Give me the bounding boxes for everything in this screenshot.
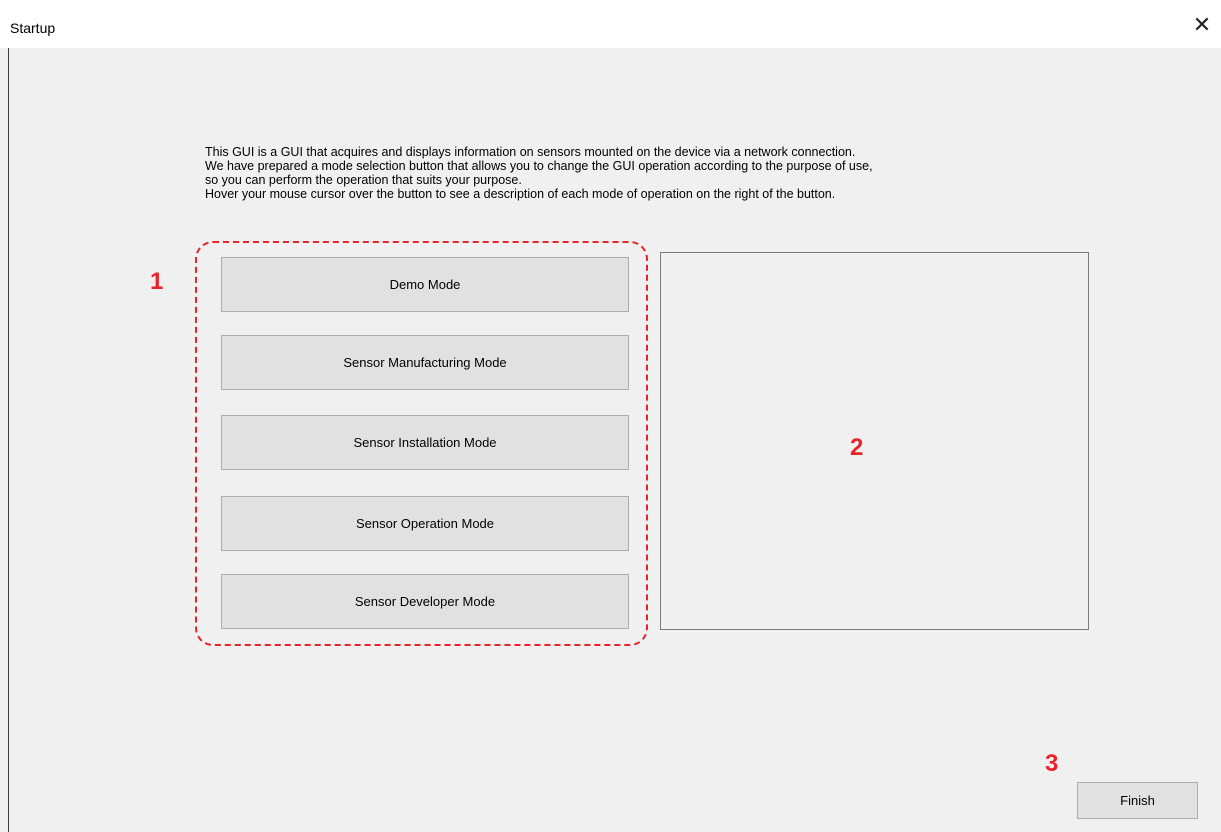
callout-3: 3 [1045,750,1059,777]
close-icon[interactable]: ✕ [1191,14,1213,36]
demo-mode-button[interactable]: Demo Mode [221,257,629,312]
callout-1: 1 [150,268,164,295]
description-line: We have prepared a mode selection button… [205,159,873,173]
description-line: Hover your mouse cursor over the button … [205,187,836,201]
window-title: Startup [10,20,56,36]
sensor-operation-mode-button[interactable]: Sensor Operation Mode [221,496,629,551]
sensor-manufacturing-mode-button[interactable]: Sensor Manufacturing Mode [221,335,629,390]
sensor-developer-mode-button[interactable]: Sensor Developer Mode [221,574,629,629]
callout-2: 2 [850,434,864,461]
mode-description-panel [660,252,1089,630]
finish-button[interactable]: Finish [1077,782,1198,819]
intro-description: This GUI is a GUI that acquires and disp… [205,145,1065,201]
description-line: This GUI is a GUI that acquires and disp… [205,145,856,159]
sensor-installation-mode-button[interactable]: Sensor Installation Mode [221,415,629,470]
window-left-border [8,48,9,832]
title-bar: Startup ✕ [0,0,1221,48]
description-line: so you can perform the operation that su… [205,173,522,187]
startup-window: Startup ✕ This GUI is a GUI that acquire… [0,0,1221,832]
